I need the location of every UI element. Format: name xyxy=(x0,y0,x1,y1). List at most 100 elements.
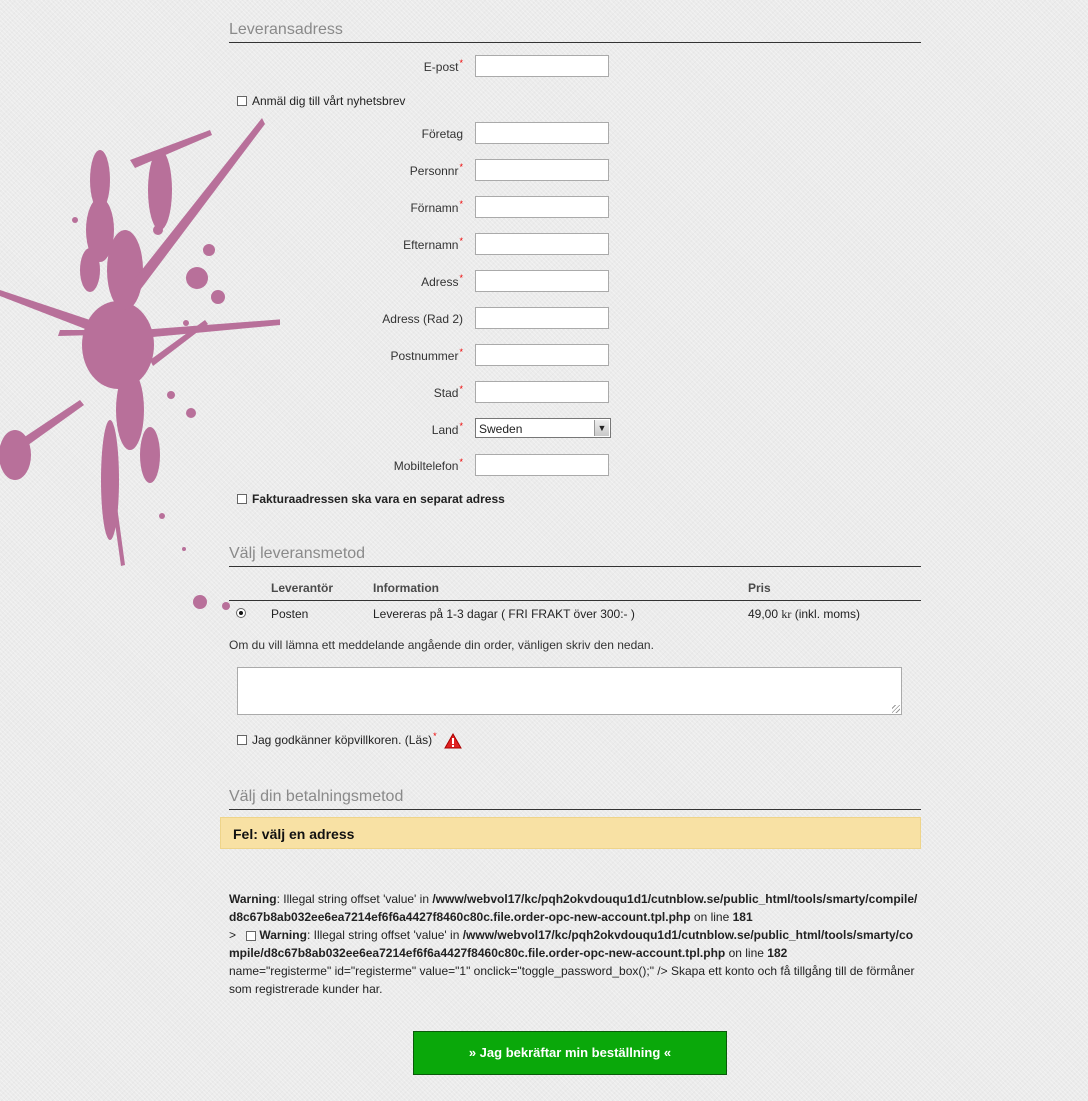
address-field-row: Företag xyxy=(229,122,921,146)
country-label-text: Land xyxy=(431,423,459,437)
field-label: Postnummer* xyxy=(390,347,463,363)
field-label-text: Postnummer xyxy=(390,349,459,363)
separate-billing-label: Fakturaadressen ska vara en separat adre… xyxy=(252,492,505,506)
address-input[interactable] xyxy=(475,381,609,403)
address-field-row: Adress (Rad 2) xyxy=(229,307,921,331)
payment-title: Välj din betalningsmetod xyxy=(229,788,404,805)
field-label: Adress (Rad 2) xyxy=(382,312,463,326)
country-row: Land* Sweden ▼ xyxy=(229,418,921,442)
header-carrier: Leverantör xyxy=(271,576,373,601)
delivery-section-title: Leveransadress xyxy=(229,21,921,43)
shipping-table: Leverantör Information Pris Posten Lever… xyxy=(229,576,921,627)
delivery-title: Leveransadress xyxy=(229,21,343,38)
email-field[interactable] xyxy=(475,55,609,77)
email-row: E-post* xyxy=(229,55,921,79)
address-field-row: Adress* xyxy=(229,270,921,294)
payment-error-box: Fel: välj en adress xyxy=(220,817,921,849)
table-row[interactable]: Posten Levereras på 1-3 dagar ( FRI FRAK… xyxy=(229,601,921,628)
php-trailing-text: name="registerme" id="registerme" value=… xyxy=(229,964,915,996)
warning-line-number: 182 xyxy=(767,946,788,960)
address-input[interactable] xyxy=(475,344,609,366)
field-label-text: Stad xyxy=(433,386,459,400)
php-warning-1: Warning: Illegal string offset 'value' i… xyxy=(229,890,921,926)
payment-error-text: Fel: välj en adress xyxy=(233,826,355,842)
field-label-text: Adress (Rad 2) xyxy=(382,312,463,326)
warning-prefix: Warning xyxy=(229,892,277,906)
header-empty xyxy=(229,576,271,601)
php-warning-output: Warning: Illegal string offset 'value' i… xyxy=(229,890,921,998)
resize-handle-icon[interactable] xyxy=(892,705,900,713)
field-label: Personnr* xyxy=(409,162,463,178)
address-field-row: Förnamn* xyxy=(229,196,921,220)
field-label: Stad* xyxy=(433,384,463,400)
required-marker: * xyxy=(459,236,463,246)
mobile-row: Mobiltelefon* xyxy=(229,454,921,478)
mobile-label-text: Mobiltelefon xyxy=(393,459,459,473)
warning-line-text: on line xyxy=(690,910,733,924)
warning-line-text: on line xyxy=(725,946,768,960)
header-information: Information xyxy=(373,576,748,601)
terms-checkbox[interactable] xyxy=(237,735,247,745)
address-field-row: Postnummer* xyxy=(229,344,921,368)
required-marker: * xyxy=(459,199,463,209)
email-label: E-post* xyxy=(423,58,463,74)
carrier-cell: Posten xyxy=(271,607,309,621)
register-checkbox[interactable] xyxy=(246,930,257,941)
message-textarea[interactable] xyxy=(237,667,902,715)
required-marker: * xyxy=(459,421,463,431)
shipping-title: Välj leveransmetod xyxy=(229,545,366,562)
mobile-field[interactable] xyxy=(475,454,609,476)
header-price: Pris xyxy=(748,576,921,601)
country-select[interactable]: Sweden ▼ xyxy=(475,418,611,438)
address-input[interactable] xyxy=(475,159,609,181)
warning-text: : Illegal string offset 'value' in xyxy=(276,892,433,906)
separate-billing-row: Fakturaadressen ska vara en separat adre… xyxy=(237,492,505,506)
address-input[interactable] xyxy=(475,307,609,329)
terms-row: Jag godkänner köpvillkoren. (Läs)* xyxy=(237,731,462,749)
field-label: Efternamn* xyxy=(403,236,463,252)
required-marker: * xyxy=(459,384,463,394)
confirm-order-button[interactable]: » Jag bekräftar min beställning « xyxy=(413,1031,727,1075)
warning-text: : Illegal string offset 'value' in xyxy=(306,928,463,942)
required-marker: * xyxy=(459,273,463,283)
field-label-text: Personnr xyxy=(409,164,459,178)
address-field-row: Personnr* xyxy=(229,159,921,183)
newsletter-checkbox[interactable] xyxy=(237,95,247,106)
address-field-row: Efternamn* xyxy=(229,233,921,257)
terms-label: Jag godkänner köpvillkoren. xyxy=(252,733,402,748)
field-label-text: Förnamn xyxy=(410,201,459,215)
warning-prefix: Warning xyxy=(259,928,307,942)
address-input[interactable] xyxy=(475,196,609,218)
required-marker: * xyxy=(459,162,463,172)
shipping-radio[interactable] xyxy=(236,608,246,618)
address-field-row: Stad* xyxy=(229,381,921,405)
field-label: Adress* xyxy=(421,273,463,289)
address-input[interactable] xyxy=(475,122,609,144)
warning-lead: > xyxy=(229,928,237,942)
price-currency: kr xyxy=(781,606,792,621)
shipping-radio-cell xyxy=(229,601,271,628)
shipping-table-header: Leverantör Information Pris xyxy=(229,576,921,601)
price-suffix: (inkl. moms) xyxy=(794,606,861,621)
field-label: Förnamn* xyxy=(410,199,463,215)
warning-line-number: 181 xyxy=(732,910,753,924)
separate-billing-checkbox[interactable] xyxy=(237,493,247,504)
terms-read-link[interactable]: (Läs) xyxy=(405,733,432,747)
address-input[interactable] xyxy=(475,270,609,292)
field-label-text: Adress xyxy=(421,275,459,289)
mobile-label: Mobiltelefon* xyxy=(393,457,463,473)
address-input[interactable] xyxy=(475,233,609,255)
shipping-section-title: Välj leveransmetod xyxy=(229,545,921,567)
country-value: Sweden xyxy=(479,422,523,436)
required-marker: * xyxy=(459,58,463,68)
newsletter-row: Anmäl dig till vårt nyhetsbrev xyxy=(237,94,405,108)
country-label: Land* xyxy=(431,421,463,437)
email-label-text: E-post xyxy=(423,60,459,74)
chevron-down-icon[interactable]: ▼ xyxy=(594,420,609,436)
price-cell: 49,00 kr (inkl. moms) xyxy=(748,601,921,628)
message-prompt: Om du vill lämna ett meddelande angående… xyxy=(229,638,654,652)
payment-section-title: Välj din betalningsmetod xyxy=(229,788,921,810)
newsletter-label: Anmäl dig till vårt nyhetsbrev xyxy=(252,94,406,108)
information-cell: Levereras på 1-3 dagar ( FRI FRAKT över … xyxy=(373,607,635,621)
warning-icon xyxy=(444,733,462,749)
